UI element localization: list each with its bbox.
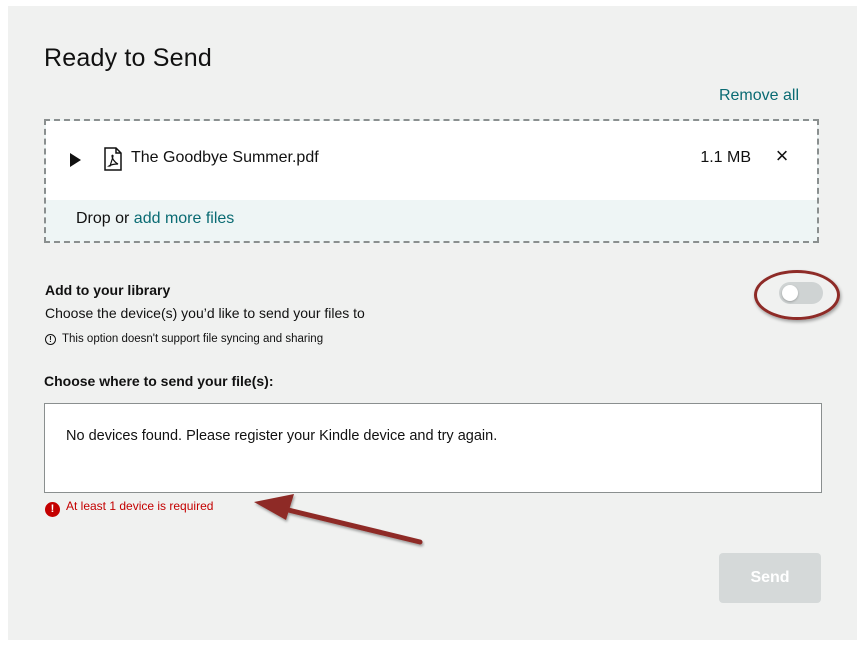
- devices-list: No devices found. Please register your K…: [44, 403, 822, 493]
- remove-all-link[interactable]: Remove all: [719, 87, 799, 105]
- add-more-files-link[interactable]: add more files: [134, 210, 235, 227]
- no-devices-message: No devices found. Please register your K…: [66, 428, 498, 444]
- info-icon: !: [45, 334, 56, 345]
- library-note-text: This option doesn't support file syncing…: [62, 333, 324, 345]
- error-icon: !: [45, 502, 60, 517]
- library-note: ! This option doesn't support file syncin…: [45, 333, 323, 345]
- annotation-ring: [754, 270, 840, 320]
- add-to-library-subtitle: Choose the device(s) you’d like to send …: [45, 305, 365, 321]
- device-error-text: At least 1 device is required: [66, 499, 214, 513]
- drop-prefix: Drop or: [76, 210, 134, 227]
- file-name: The Goodbye Summer.pdf: [131, 149, 319, 166]
- annotation-arrow: [254, 494, 423, 545]
- pdf-file-icon: [104, 147, 122, 171]
- drop-instructions: Drop or add more files: [76, 210, 234, 228]
- page-title: Ready to Send: [44, 44, 212, 72]
- file-row: The Goodbye Summer.pdf 1.1 MB ×: [46, 121, 817, 200]
- file-dropzone[interactable]: The Goodbye Summer.pdf 1.1 MB × Drop or …: [44, 119, 819, 243]
- send-button[interactable]: Send: [719, 553, 821, 603]
- device-error: ! At least 1 device is required: [45, 499, 213, 517]
- add-to-library-title: Add to your library: [45, 282, 171, 298]
- choose-devices-title: Choose where to send your file(s):: [44, 373, 274, 389]
- expand-caret-icon[interactable]: [70, 153, 81, 167]
- file-size: 1.1 MB: [700, 149, 751, 166]
- remove-file-icon[interactable]: ×: [771, 145, 793, 167]
